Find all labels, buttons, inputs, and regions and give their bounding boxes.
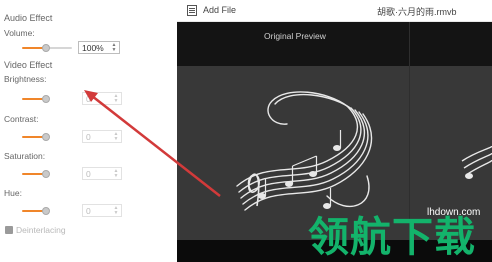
hue-slider-thumb[interactable] (42, 207, 50, 215)
brightness-slider-thumb[interactable] (42, 95, 50, 103)
saturation-slider-thumb[interactable] (42, 170, 50, 178)
contrast-slider[interactable] (22, 131, 72, 143)
spin-arrows-icon[interactable]: ▲ ▼ (111, 42, 117, 53)
hue-label: Hue: (4, 188, 22, 198)
spin-arrows-icon[interactable]: ▲ ▼ (113, 131, 119, 142)
saturation-spinbox[interactable]: 0 ▲ ▼ (82, 167, 122, 180)
saturation-slider[interactable] (22, 168, 72, 180)
effect-settings-panel: Audio Effect Volume: 100% ▲ ▼ Video Effec… (0, 0, 177, 262)
volume-slider[interactable] (22, 42, 72, 54)
watermark-logo: 领航下载 (308, 213, 476, 261)
volume-spinbox[interactable]: 100% ▲ ▼ (78, 41, 120, 54)
saturation-label: Saturation: (4, 151, 46, 161)
hue-spinbox[interactable]: 0 ▲ ▼ (82, 204, 122, 217)
brightness-label: Brightness: (4, 74, 47, 84)
saturation-value: 0 (86, 169, 91, 179)
contrast-spinbox[interactable]: 0 ▲ ▼ (82, 130, 122, 143)
contrast-label: Contrast: (4, 114, 39, 124)
video-effect-heading: Video Effect (4, 60, 53, 70)
contrast-slider-thumb[interactable] (42, 133, 50, 141)
deinterlacing-label: Deinterlacing (16, 225, 66, 235)
spin-arrows-icon[interactable]: ▲ ▼ (113, 168, 119, 179)
brightness-spinbox[interactable]: 0 ▲ ▼ (82, 92, 122, 105)
volume-label: Volume: (4, 28, 35, 38)
preview-header: Original Preview (177, 22, 492, 66)
top-toolbar: Add File 胡歌·六月的雨.rmvb (177, 0, 492, 22)
preview-divider (409, 22, 410, 240)
contrast-value: 0 (86, 132, 91, 142)
brightness-slider[interactable] (22, 93, 72, 105)
hue-value: 0 (86, 206, 91, 216)
deinterlacing-checkbox[interactable] (5, 226, 13, 234)
audio-effect-heading: Audio Effect (4, 13, 53, 23)
volume-value: 100% (82, 43, 104, 53)
brightness-value: 0 (86, 94, 91, 104)
original-preview-label: Original Preview (264, 31, 326, 41)
add-file-button[interactable]: Add File (203, 5, 236, 15)
spin-arrows-icon[interactable]: ▲ ▼ (113, 93, 119, 104)
current-file-name: 胡歌·六月的雨.rmvb (377, 7, 457, 17)
hue-slider[interactable] (22, 205, 72, 217)
volume-slider-thumb[interactable] (42, 44, 50, 52)
spin-arrows-icon[interactable]: ▲ ▼ (113, 205, 119, 216)
add-file-icon[interactable] (187, 5, 197, 16)
